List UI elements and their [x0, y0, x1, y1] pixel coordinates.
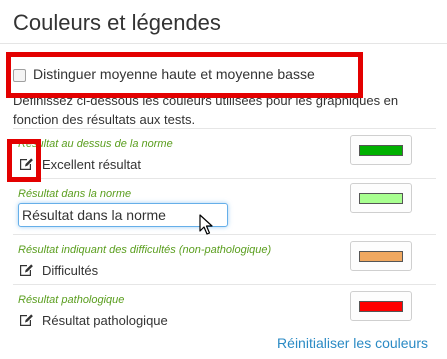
- mouse-cursor-icon: [199, 214, 213, 235]
- color-picker-button[interactable]: [350, 291, 412, 321]
- rows-list: Résultat au dessus de la norme Excellent…: [13, 128, 436, 336]
- highlight-box-distinguish: [6, 52, 363, 98]
- row-value-text: Difficultés: [42, 262, 99, 278]
- row-value-text: Excellent résultat: [42, 156, 141, 172]
- color-picker-button[interactable]: [350, 183, 412, 213]
- reset-colors-link[interactable]: Réinitialiser les couleurs: [277, 335, 428, 351]
- row-value: Résultat pathologique: [18, 312, 168, 328]
- row-category-label: Résultat au dessus de la norme: [18, 138, 173, 150]
- row-value-input[interactable]: [18, 203, 228, 227]
- edit-icon[interactable]: [18, 262, 34, 278]
- row-value-text: Résultat pathologique: [42, 312, 168, 328]
- row-category-label: Résultat dans la norme: [18, 188, 132, 200]
- title-divider: [0, 43, 447, 44]
- edit-icon[interactable]: [18, 312, 34, 328]
- row-category-label: Résultat pathologique: [18, 294, 125, 306]
- row-in-norm: Résultat dans la norme: [13, 178, 436, 234]
- row-value: Difficultés: [18, 262, 98, 278]
- row-difficulties: Résultat indiquant des difficultés (non-…: [13, 234, 436, 284]
- row-category-label: Résultat indiquant des difficultés (non-…: [18, 244, 272, 256]
- page-title: Couleurs et légendes: [13, 10, 221, 35]
- color-picker-button[interactable]: [350, 135, 412, 165]
- color-picker-button[interactable]: [350, 241, 412, 271]
- color-swatch: [359, 192, 403, 204]
- highlight-box-edit-icon: [7, 139, 41, 182]
- row-pathological: Résultat pathologique Résultat pathologi…: [13, 284, 436, 336]
- color-swatch: [359, 300, 403, 312]
- color-swatch: [359, 144, 403, 156]
- row-above-norm: Résultat au dessus de la norme Excellent…: [13, 128, 436, 178]
- color-swatch: [359, 250, 403, 262]
